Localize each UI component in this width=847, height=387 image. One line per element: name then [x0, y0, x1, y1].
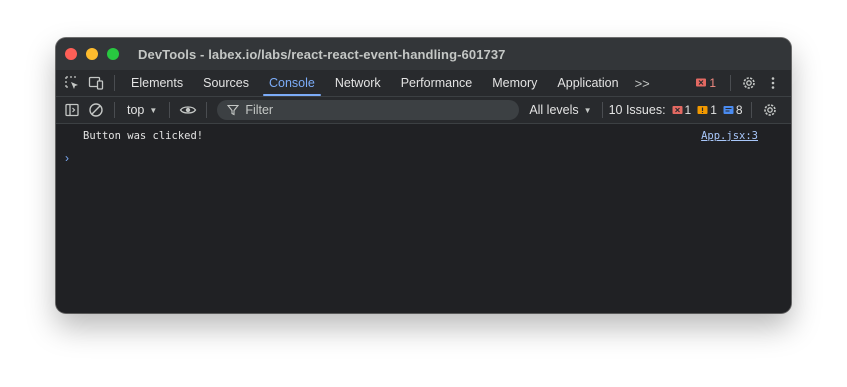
tab-performance[interactable]: Performance — [391, 70, 483, 96]
title-bar: DevTools - labex.io/labs/react-react-eve… — [56, 38, 791, 70]
window-controls — [65, 48, 128, 60]
console-settings-gear-icon[interactable] — [758, 98, 782, 122]
devtools-window: DevTools - labex.io/labs/react-react-eve… — [56, 38, 791, 313]
show-sidebar-icon[interactable] — [60, 98, 84, 122]
minimize-window-button[interactable] — [86, 48, 98, 60]
console-message: Button was clicked! App.jsx:3 — [56, 124, 791, 148]
tab-sources[interactable]: Sources — [193, 70, 259, 96]
toolbar-divider — [601, 102, 603, 118]
more-tabs-button[interactable]: >> — [629, 76, 656, 91]
inspect-element-icon[interactable] — [60, 71, 84, 95]
context-label: top — [127, 103, 145, 117]
issues-info: 8 — [723, 103, 743, 117]
console-output: Button was clicked! App.jsx:3 › — [56, 124, 791, 312]
tab-application[interactable]: Application — [547, 70, 628, 96]
window-title: DevTools - labex.io/labs/react-react-eve… — [138, 46, 506, 62]
console-message-source-link[interactable]: App.jsx:3 — [701, 130, 758, 142]
tab-elements[interactable]: Elements — [121, 70, 193, 96]
live-expression-eye-icon[interactable] — [176, 98, 200, 122]
device-toolbar-icon[interactable] — [84, 71, 108, 95]
filter-input[interactable] — [245, 103, 496, 117]
context-selector[interactable]: top ▼ — [121, 103, 163, 117]
toolbar-divider — [114, 75, 115, 91]
tab-network[interactable]: Network — [325, 70, 391, 96]
info-message-icon — [723, 105, 734, 114]
issues-info-count: 8 — [735, 103, 743, 117]
panel-tab-bar: Elements Sources Console Network Perform… — [56, 70, 791, 97]
error-count: 1 — [709, 76, 716, 90]
toolbar-divider — [730, 75, 731, 91]
console-toolbar: top ▼ All levels ▼ 10 Issues: — [56, 97, 791, 124]
toolbar-divider — [114, 102, 115, 118]
console-message-text: Button was clicked! — [83, 130, 204, 142]
chevron-down-icon: ▼ — [149, 105, 158, 115]
chevron-down-icon: ▼ — [583, 105, 592, 115]
issues-warnings-count: 1 — [710, 103, 717, 117]
more-options-kebab-icon[interactable] — [761, 71, 785, 95]
tab-console[interactable]: Console — [259, 70, 325, 96]
filter-funnel-icon — [227, 104, 240, 116]
console-prompt[interactable]: › — [56, 148, 791, 168]
issues-warnings: 1 — [697, 103, 717, 117]
toolbar-divider — [206, 102, 208, 118]
issues-counter[interactable]: 10 Issues: 1 1 8 — [609, 103, 743, 117]
error-icon — [696, 78, 707, 87]
maximize-window-button[interactable] — [107, 48, 119, 60]
log-levels-dropdown[interactable]: All levels ▼ — [529, 103, 591, 117]
issues-errors: 1 — [672, 103, 692, 117]
error-icon — [672, 105, 683, 114]
toolbar-divider — [750, 102, 752, 118]
clear-console-icon[interactable] — [84, 98, 108, 122]
filter-box[interactable] — [217, 100, 520, 120]
error-count-badge[interactable]: 1 — [695, 76, 716, 90]
console-input[interactable] — [69, 150, 791, 166]
warning-icon — [697, 105, 708, 114]
close-window-button[interactable] — [65, 48, 77, 60]
tab-memory[interactable]: Memory — [482, 70, 547, 96]
toolbar-divider — [169, 102, 171, 118]
issues-label: 10 Issues: — [608, 103, 666, 117]
settings-gear-icon[interactable] — [737, 71, 761, 95]
log-levels-label: All levels — [529, 103, 579, 117]
tabbar-right-group: 1 — [695, 70, 785, 96]
issues-errors-count: 1 — [684, 103, 692, 117]
